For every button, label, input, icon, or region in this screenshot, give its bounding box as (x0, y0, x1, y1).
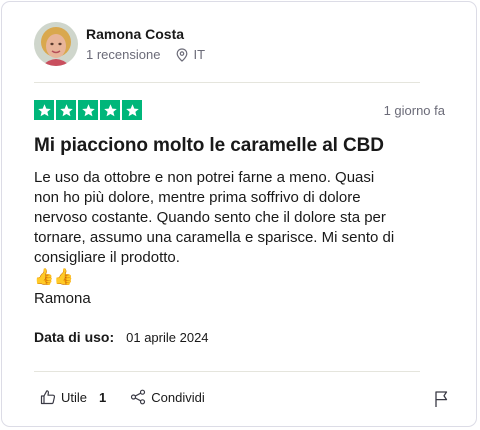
review-count: 1 recensione (86, 47, 161, 62)
report-button[interactable] (434, 390, 448, 413)
header-divider (34, 82, 420, 83)
review-card: Ramona Costa 1 recensione IT 1 giorno fa… (1, 1, 477, 427)
footer-divider (34, 371, 420, 372)
review-title[interactable]: Mi piacciono molto le caramelle al CBD (34, 135, 384, 157)
star-icon (100, 100, 120, 120)
usage-date-label: Data di uso: (34, 329, 115, 345)
review-body-line: non ho più dolore, mentre prima soffrivo… (34, 189, 361, 206)
useful-button[interactable]: Utile 1 (40, 389, 106, 405)
review-actions: Utile 1 Condividi (40, 389, 205, 405)
useful-label: Utile (61, 389, 88, 405)
usage-date-row: Data di uso: 01 aprile 2024 (34, 329, 209, 345)
star-rating (34, 100, 142, 120)
reviewer-location: IT (176, 47, 205, 62)
star-icon (56, 100, 76, 120)
thumbs-emoji: 👍👍 (34, 269, 74, 286)
star-icon (122, 100, 142, 120)
star-icon (34, 100, 54, 120)
country-code: IT (193, 47, 206, 62)
usage-date-value: 01 aprile 2024 (126, 329, 209, 345)
share-button[interactable]: Condividi (130, 389, 205, 405)
review-body-line: Le uso da ottobre e non potrei farne a m… (34, 169, 375, 186)
review-body-line: nervoso costante. Quando sento che il do… (34, 209, 386, 226)
useful-count: 1 (99, 389, 107, 405)
flag-icon (435, 391, 448, 407)
review-body-line: consigliare il prodotto. (34, 249, 180, 266)
review-body-line: tornare, assumo una caramella e sparisce… (34, 229, 395, 246)
reviewer-meta: 1 recensione IT (86, 47, 205, 62)
share-icon (131, 389, 146, 405)
location-pin-icon (177, 47, 188, 62)
review-date: 1 giorno fa (383, 103, 445, 118)
thumbs-up-icon (40, 390, 56, 405)
review-signature: Ramona (34, 290, 91, 307)
avatar[interactable] (34, 22, 78, 66)
share-label: Condividi (151, 389, 205, 405)
review-body: Le uso da ottobre e non potrei farne a m… (34, 168, 454, 268)
star-icon (78, 100, 98, 120)
reviewer-name[interactable]: Ramona Costa (86, 26, 184, 42)
